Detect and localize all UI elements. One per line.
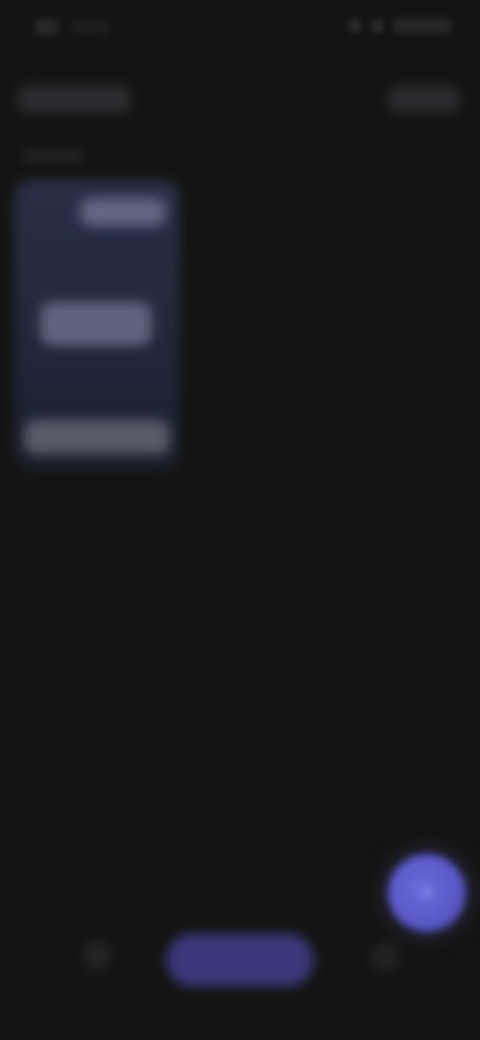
status-indicator	[70, 20, 110, 34]
status-left	[34, 18, 110, 36]
home-icon[interactable]	[82, 940, 112, 970]
header-action-button[interactable]	[388, 86, 460, 112]
content-card[interactable]	[14, 180, 180, 470]
profile-icon[interactable]	[370, 942, 400, 972]
page-title	[18, 86, 130, 112]
status-right	[348, 18, 452, 34]
card-top-chip[interactable]	[80, 198, 166, 226]
card-bottom-text	[24, 420, 170, 454]
nav-item-active[interactable]	[166, 934, 314, 986]
time-indicator	[34, 18, 60, 36]
card-center-text	[40, 302, 152, 346]
battery-icon	[392, 18, 452, 34]
wifi-icon	[370, 19, 384, 33]
section-label	[22, 148, 84, 164]
status-bar	[0, 0, 480, 64]
top-app-bar	[18, 78, 460, 122]
bottom-navigation	[0, 920, 480, 1040]
app-screen: +	[0, 0, 480, 1040]
signal-icon	[348, 19, 362, 33]
